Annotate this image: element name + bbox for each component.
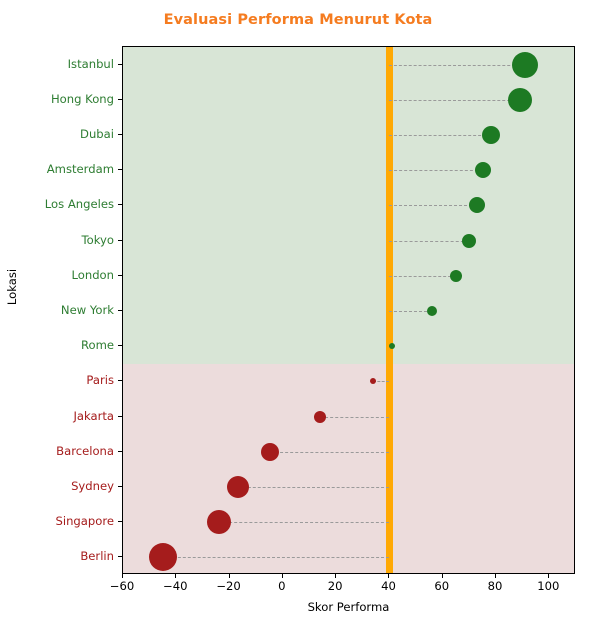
- y-tick-mark: [118, 345, 122, 347]
- y-tick-label-amsterdam: Amsterdam: [46, 162, 114, 177]
- y-tick-mark: [118, 134, 122, 135]
- x-tick-label: 80: [487, 579, 503, 593]
- x-axis-label: Skor Performa: [307, 600, 390, 614]
- connector-line: [269, 451, 390, 453]
- y-tick-mark: [118, 556, 122, 558]
- connector-line: [389, 64, 526, 66]
- x-tick-label: −60: [109, 579, 135, 593]
- y-tick-label-dubai: Dubai: [80, 127, 114, 141]
- y-tick-label-istanbul: Istanbul: [67, 56, 114, 71]
- data-point-marker[interactable]: [512, 51, 539, 78]
- x-tick-mark: [228, 574, 230, 578]
- band-above-reference: [123, 47, 574, 364]
- y-tick-mark: [118, 239, 122, 241]
- plot-area: [122, 46, 575, 574]
- x-tick-label: 0: [278, 579, 286, 593]
- y-axis-label: Lokasi: [5, 268, 19, 306]
- x-tick-mark: [335, 574, 337, 578]
- data-point-marker[interactable]: [462, 233, 477, 248]
- y-tick-mark: [118, 98, 122, 100]
- y-tick-label-berlin: Berlin: [80, 549, 114, 564]
- data-point-marker[interactable]: [226, 476, 249, 498]
- y-tick-label-jakarta: Jakarta: [73, 408, 114, 423]
- x-tick-label: 40: [381, 579, 396, 593]
- data-point-marker[interactable]: [481, 126, 500, 144]
- x-tick-label: 60: [434, 579, 450, 593]
- y-tick-label-tokyo: Tokyo: [81, 232, 114, 247]
- connector-line: [162, 557, 390, 559]
- y-tick-mark: [118, 63, 122, 65]
- band-below-reference: [123, 363, 574, 573]
- y-tick-mark: [118, 310, 122, 311]
- chart-title: Evaluasi Performa Menurut Kota: [163, 12, 433, 28]
- data-point-marker[interactable]: [474, 162, 491, 179]
- connector-line: [389, 135, 491, 136]
- x-tick-mark: [388, 574, 390, 578]
- x-tick-mark: [175, 574, 177, 578]
- x-tick-mark: [495, 574, 497, 578]
- data-point-marker[interactable]: [508, 87, 533, 112]
- y-tick-mark: [118, 521, 122, 523]
- y-tick-label-rome: Rome: [80, 338, 114, 353]
- y-tick-mark: [118, 380, 122, 382]
- x-tick-mark: [281, 574, 283, 578]
- connector-line: [389, 311, 433, 312]
- y-tick-mark: [118, 204, 122, 206]
- y-tick-mark: [118, 274, 122, 276]
- x-tick-label: 20: [327, 579, 343, 593]
- connector-line: [218, 522, 390, 524]
- connector-line: [320, 416, 390, 418]
- x-tick-label: −40: [163, 579, 188, 593]
- y-tick-mark: [118, 415, 122, 417]
- y-tick-label-sydney: Sydney: [71, 479, 114, 493]
- y-tick-label-los-angeles: Los Angeles: [44, 197, 114, 212]
- data-point-marker[interactable]: [206, 510, 231, 535]
- reference-line: [385, 47, 393, 573]
- x-tick-mark: [548, 574, 550, 578]
- x-tick-label: 100: [537, 579, 560, 593]
- data-point-marker[interactable]: [260, 442, 279, 461]
- connector-line: [389, 205, 478, 207]
- connector-line: [389, 99, 521, 101]
- y-tick-label-paris: Paris: [86, 373, 114, 388]
- data-point-marker[interactable]: [314, 410, 327, 423]
- connector-line: [389, 170, 483, 172]
- connector-line: [237, 487, 390, 488]
- y-tick-label-hong-kong: Hong Kong: [50, 91, 114, 106]
- x-tick-mark: [441, 574, 443, 578]
- x-tick-mark: [122, 574, 123, 578]
- y-tick-label-singapore: Singapore: [55, 514, 115, 529]
- y-tick-mark: [118, 450, 122, 452]
- data-point-marker[interactable]: [450, 269, 463, 282]
- y-tick-label-barcelona: Barcelona: [56, 443, 114, 458]
- y-tick-mark: [118, 169, 122, 171]
- chart-figure: Evaluasi Performa Menurut Kota Istanbul H…: [0, 0, 596, 637]
- connector-line: [389, 240, 470, 242]
- y-tick-mark: [118, 486, 122, 487]
- connector-line: [389, 275, 457, 277]
- x-tick-label: −20: [216, 579, 241, 593]
